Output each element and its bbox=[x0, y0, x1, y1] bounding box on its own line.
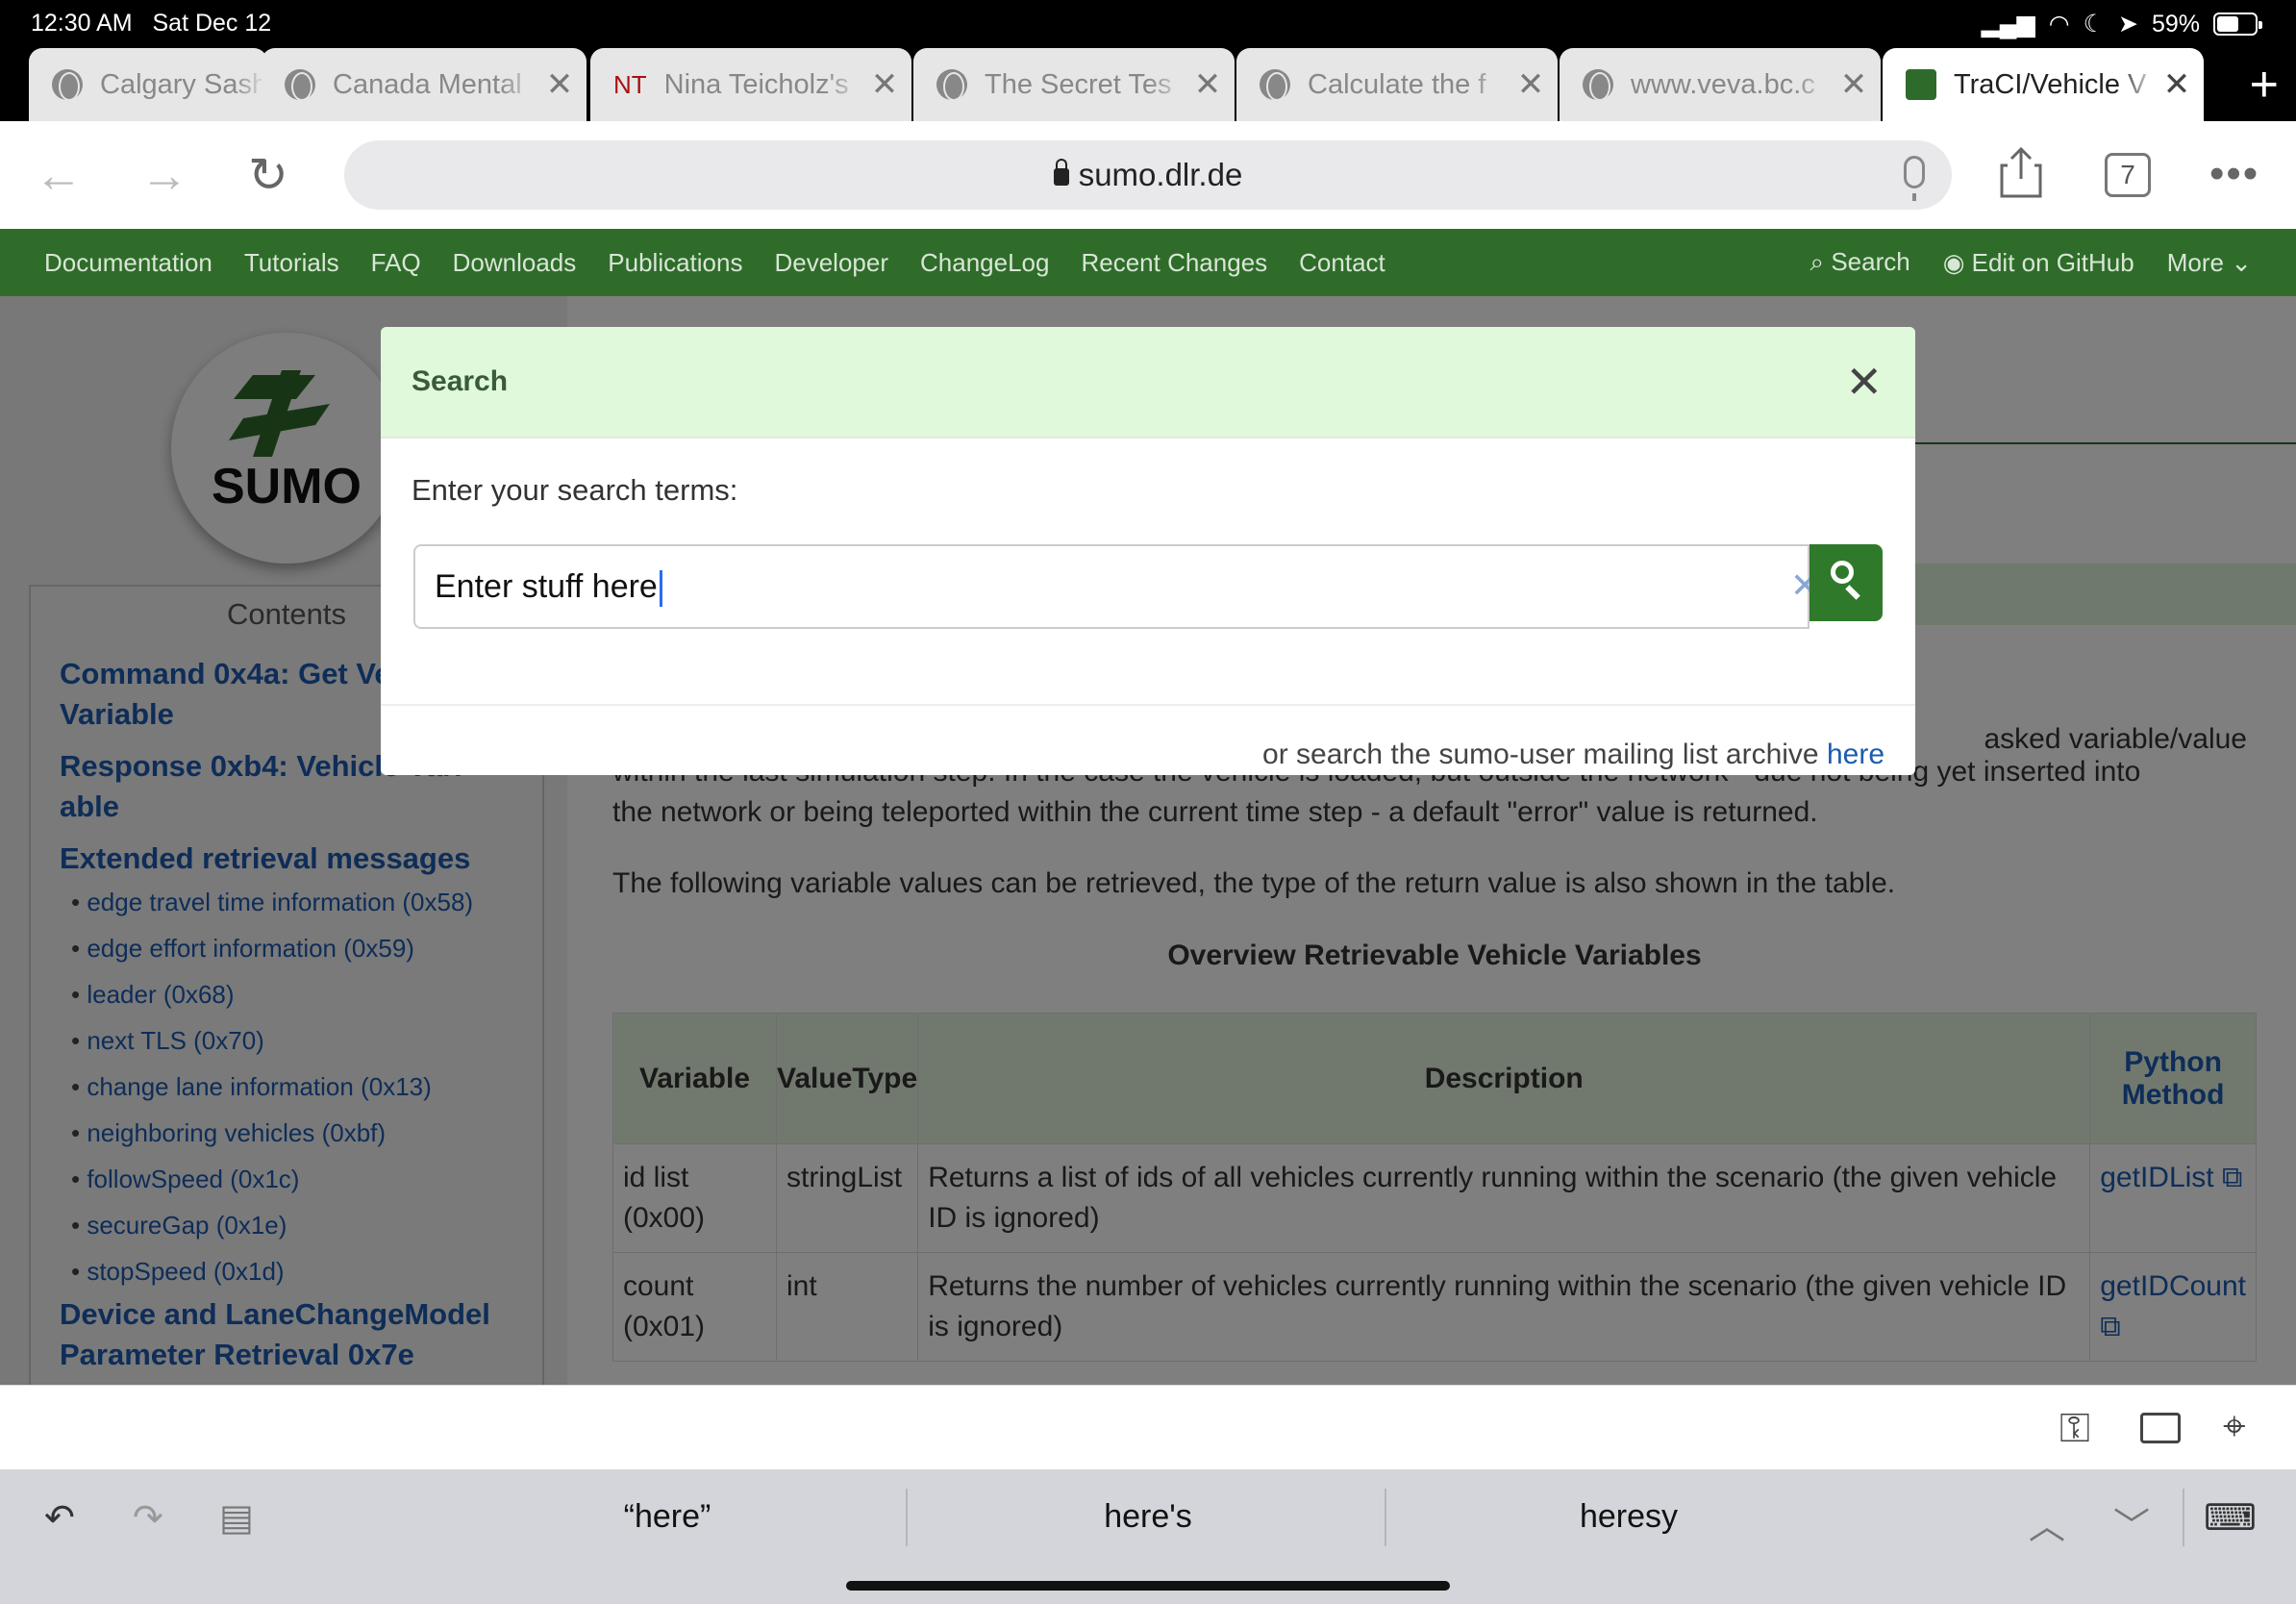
globe-icon bbox=[52, 69, 83, 101]
credit-card-icon[interactable] bbox=[2140, 1413, 2181, 1443]
microphone-icon[interactable] bbox=[1904, 156, 1925, 201]
nav-downloads[interactable]: Downloads bbox=[453, 248, 577, 278]
battery-icon bbox=[2213, 13, 2262, 36]
search-submit-button[interactable] bbox=[1809, 544, 1883, 621]
globe-icon bbox=[936, 69, 967, 101]
search-modal: Search ✕ Enter your search terms: Enter … bbox=[381, 327, 1915, 775]
chevron-up-icon[interactable]: ︿ bbox=[2029, 1496, 2065, 1549]
nav-edit-github[interactable]: ◉ Edit on GitHub bbox=[1943, 248, 2134, 278]
location-icon: ➤ bbox=[2118, 11, 2138, 38]
browser-toolbar: ← → ↻ sumo.dlr.de 7 ••• bbox=[0, 121, 2296, 229]
undo-icon[interactable]: ↶ bbox=[44, 1496, 75, 1540]
modal-title: Search bbox=[412, 365, 509, 397]
mailing-list-link[interactable]: here bbox=[1827, 739, 1884, 770]
suggestion-divider bbox=[1385, 1489, 1386, 1546]
sumo-favicon-icon bbox=[1906, 69, 1936, 100]
share-icon[interactable] bbox=[2000, 146, 2042, 198]
globe-icon bbox=[1260, 69, 1290, 101]
modal-header: Search ✕ bbox=[381, 327, 1915, 439]
nav-recent-changes[interactable]: Recent Changes bbox=[1081, 248, 1267, 278]
chevron-down-icon: ⌄ bbox=[2231, 247, 2252, 277]
browser-tab[interactable]: Calgary Sash bbox=[29, 48, 267, 121]
more-icon[interactable]: ••• bbox=[2209, 150, 2259, 198]
nav-faq[interactable]: FAQ bbox=[371, 248, 421, 278]
signal-icon: ▂▄▆ bbox=[1981, 11, 2035, 38]
browser-tab[interactable]: NT Nina Teicholz's ✕ bbox=[590, 48, 911, 121]
modal-divider bbox=[381, 704, 1915, 706]
globe-icon bbox=[1583, 69, 1613, 101]
keyboard-icon[interactable]: ⌨ bbox=[2204, 1496, 2257, 1540]
search-icon: ⌕ bbox=[1809, 247, 1825, 276]
globe-icon bbox=[285, 69, 315, 101]
browser-tab[interactable]: The Secret Tes ✕ bbox=[913, 48, 1235, 121]
nav-more[interactable]: More ⌄ bbox=[2167, 248, 2252, 278]
location-pin-icon[interactable]: ⌖ bbox=[2223, 1403, 2246, 1450]
wifi-icon: ◠ bbox=[2048, 11, 2070, 38]
suggestion[interactable]: “here” bbox=[437, 1498, 898, 1536]
search-label: Enter your search terms: bbox=[412, 473, 738, 507]
close-tab-icon[interactable]: ✕ bbox=[1511, 65, 1550, 104]
address-bar[interactable]: sumo.dlr.de bbox=[344, 140, 1952, 210]
chevron-down-icon[interactable]: ﹀ bbox=[2113, 1496, 2150, 1549]
modal-footer: or search the sumo-user mailing list arc… bbox=[1262, 739, 1884, 770]
url-text: sumo.dlr.de bbox=[1078, 157, 1243, 192]
redo-icon[interactable]: ↷ bbox=[133, 1496, 163, 1540]
search-field-group: Enter stuff here ✕ bbox=[413, 544, 1884, 629]
tab-count-button[interactable]: 7 bbox=[2105, 153, 2151, 197]
status-indicators: ▂▄▆ ◠ ☾ ➤ 59% bbox=[1981, 10, 2262, 38]
reload-icon[interactable]: ↻ bbox=[248, 121, 288, 229]
key-icon[interactable]: ⚿ bbox=[2059, 1405, 2090, 1452]
status-bar: 12:30 AM Sat Dec 12 ▂▄▆ ◠ ☾ ➤ 59% bbox=[0, 0, 2296, 46]
close-icon[interactable]: ✕ bbox=[1845, 356, 1883, 408]
search-icon bbox=[1831, 561, 1854, 584]
close-tab-icon[interactable]: ✕ bbox=[540, 65, 579, 104]
nav-tutorials[interactable]: Tutorials bbox=[244, 248, 339, 278]
keyboard-predictive-bar: ↶ ↷ ▤ “here” here's heresy ︿ ﹀ ⌨ bbox=[0, 1469, 2296, 1604]
search-input[interactable]: Enter stuff here bbox=[413, 544, 1809, 629]
suggestion-divider bbox=[2183, 1489, 2184, 1546]
browser-tab[interactable]: Canada Mental ✕ bbox=[262, 48, 586, 121]
suggestion[interactable]: heresy bbox=[1398, 1498, 1859, 1536]
suggestion[interactable]: here's bbox=[917, 1498, 1379, 1536]
nav-search[interactable]: ⌕ Search bbox=[1810, 247, 1910, 278]
nt-icon: NT bbox=[613, 69, 647, 99]
nav-contact[interactable]: Contact bbox=[1299, 248, 1385, 278]
back-icon[interactable]: ← bbox=[35, 121, 83, 229]
nav-changelog[interactable]: ChangeLog bbox=[920, 248, 1049, 278]
text-caret bbox=[659, 570, 662, 608]
autofill-bar: ⚿ ⌖ bbox=[0, 1385, 2296, 1469]
browser-tab[interactable]: www.veva.bc.c ✕ bbox=[1560, 48, 1881, 121]
nav-developer[interactable]: Developer bbox=[774, 248, 888, 278]
moon-icon: ☾ bbox=[2083, 11, 2105, 38]
close-tab-icon[interactable]: ✕ bbox=[1834, 65, 1873, 104]
close-tab-icon[interactable]: ✕ bbox=[1188, 65, 1227, 104]
battery-percent: 59% bbox=[2151, 10, 2200, 38]
new-tab-icon[interactable]: + bbox=[2250, 56, 2279, 113]
browser-tab-active[interactable]: TraCI/Vehicle V ✕ bbox=[1883, 48, 2204, 121]
nav-documentation[interactable]: Documentation bbox=[44, 248, 212, 278]
suggestion-divider bbox=[906, 1489, 908, 1546]
forward-icon[interactable]: → bbox=[140, 121, 188, 229]
site-navigation: Documentation Tutorials FAQ Downloads Pu… bbox=[0, 229, 2296, 296]
home-indicator[interactable] bbox=[846, 1581, 1450, 1591]
lock-icon bbox=[1053, 159, 1069, 186]
github-icon: ◉ bbox=[1942, 247, 1965, 277]
browser-tab[interactable]: Calculate the f ✕ bbox=[1236, 48, 1558, 121]
status-time: 12:30 AM Sat Dec 12 bbox=[31, 10, 272, 37]
tab-bar: Calgary Sash Canada Mental ✕ NT Nina Teich… bbox=[0, 46, 2296, 121]
close-tab-icon[interactable]: ✕ bbox=[865, 65, 904, 104]
clipboard-icon[interactable]: ▤ bbox=[219, 1496, 254, 1540]
search-icon-handle bbox=[1845, 585, 1860, 600]
close-tab-icon[interactable]: ✕ bbox=[2158, 65, 2196, 104]
nav-publications[interactable]: Publications bbox=[608, 248, 742, 278]
